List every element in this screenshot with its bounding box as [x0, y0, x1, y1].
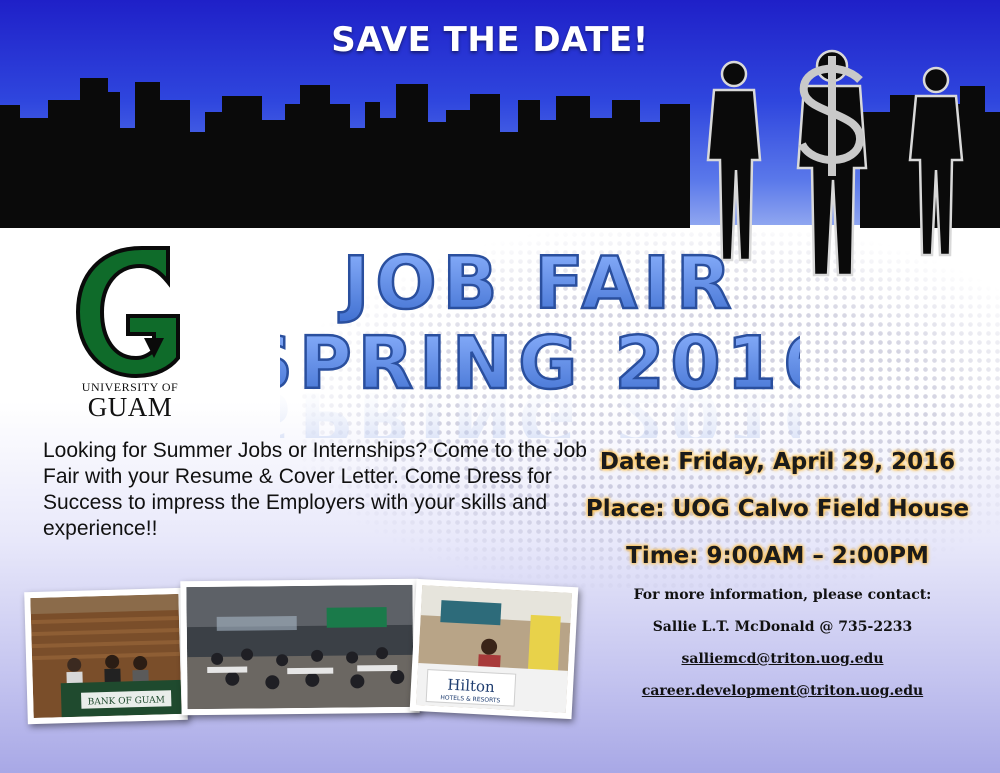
- event-place: Place: UOG Calvo Field House: [585, 496, 970, 522]
- headline-job-fair: JOB FAIR SPRING 2016 SPRING 2016: [280, 240, 800, 438]
- event-details: Date: Friday, April 29, 2016 Place: UOG …: [575, 442, 980, 583]
- logo-guam: GUAM: [87, 392, 173, 422]
- contact-info: For more information, please contact: Sa…: [590, 584, 975, 712]
- event-time: Time: 9:00AM – 2:00PM: [626, 543, 929, 569]
- contact-person: Sallie L.T. McDonald @ 735-2233: [652, 619, 913, 635]
- photo-job-fair-hall: [180, 578, 420, 716]
- contact-email-career-development[interactable]: career.development@triton.uog.edu: [590, 680, 975, 712]
- university-g-logo-icon: [75, 246, 180, 378]
- headline-line1: JOB FAIR: [338, 241, 738, 325]
- headline-reflection: SPRING 2016: [280, 376, 800, 438]
- event-date: Date: Friday, April 29, 2016: [599, 449, 956, 475]
- university-logo: UNIVERSITY OF GUAM: [70, 246, 190, 422]
- photo3-sign-line1: Hilton: [447, 676, 496, 696]
- photo-bank-booth: BANK OF GUAM: [24, 587, 188, 725]
- photo-hilton-booth: Hilton HOTELS & RESORTS: [409, 578, 579, 720]
- contact-intro: For more information, please contact:: [633, 587, 932, 603]
- contact-email-sallie[interactable]: salliemcd@triton.uog.edu: [590, 648, 975, 680]
- event-description: Looking for Summer Jobs or Internships? …: [43, 439, 587, 540]
